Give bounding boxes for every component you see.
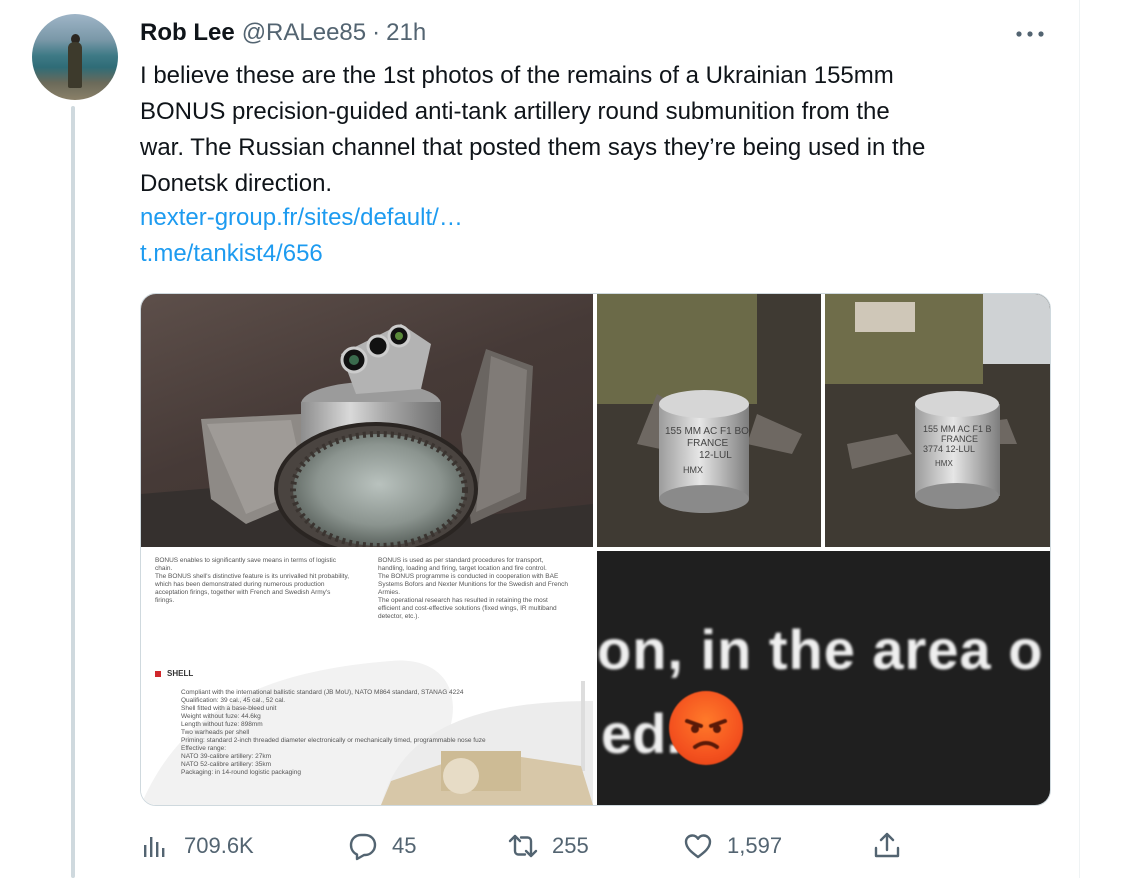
canister-marking: HMX (683, 465, 703, 475)
brochure-text: BONUS is used as per standard procedures… (378, 557, 544, 564)
shell-bullet: Two warheads per shell (181, 729, 250, 736)
tweet-text: I believe these are the 1st photos of th… (140, 58, 1050, 202)
link-nexter[interactable]: nexter-group.fr/sites/default/… (140, 200, 463, 236)
heart-icon (684, 834, 712, 859)
like-button[interactable]: 1,597 (683, 826, 782, 866)
shell-heading: SHELL (167, 669, 194, 678)
tweet-page: Rob Lee @RALee85 · 21h I believe these a… (0, 0, 1134, 878)
tweet-timestamp[interactable]: 21h (386, 19, 426, 47)
reply-count: 45 (392, 833, 417, 858)
share-icon (874, 832, 900, 858)
header-separator: · (372, 19, 381, 46)
timeline-border (1079, 0, 1080, 878)
like-count: 1,597 (727, 833, 783, 858)
brochure-text: handling, loading and firing, target loc… (378, 565, 547, 572)
brochure-text: efficient and cost-effective solutions (… (378, 605, 557, 612)
retweet-icon (508, 834, 538, 858)
canister-marking: 3774 12-LUL (923, 444, 975, 454)
views-count: 709.6K (184, 833, 254, 858)
shell-bullet: Packaging: in 14-round logistic packagin… (181, 769, 301, 776)
retweet-button[interactable]: 255 (508, 826, 589, 866)
brochure-text: firings. (155, 597, 175, 604)
tweet-text-line: Donetsk direction. (140, 170, 333, 197)
thread-connector-line (71, 106, 75, 878)
brochure-text: chain. (155, 565, 173, 572)
brochure-document: BONUS enables to significantly save mean… (141, 551, 593, 805)
shell-bullet: Effective range: (181, 745, 227, 752)
canister-marking: FRANCE (941, 434, 978, 444)
photo-brochure-page[interactable]: BONUS enables to significantly save mean… (141, 551, 593, 805)
media-grid: 155 MM AC F1 BO FRANCE 12-LUL HMX 155 MM… (140, 293, 1051, 806)
tweet-text-line: I believe these are the 1st photos of th… (140, 62, 894, 89)
author-handle[interactable]: @RALee85 (242, 19, 366, 47)
tweet-text-line: BONUS precision-guided anti-tank artille… (140, 98, 890, 125)
shell-bullet-list: Compliant with the international ballist… (181, 689, 486, 777)
reply-button[interactable]: 45 (348, 826, 416, 866)
views-button[interactable]: 709.6K (140, 826, 254, 866)
brochure-text: which has been demonstrated during numer… (155, 581, 325, 588)
retweet-count: 255 (552, 833, 589, 858)
link-telegram[interactable]: t.me/tankist4/656 (140, 236, 323, 272)
brochure-text: acceptation firings, together with Frenc… (155, 589, 331, 596)
photo-submunition-2-drawing: 155 MM AC F1 BO FRANCE 12-LUL HMX 155 MM… (597, 294, 1050, 547)
shell-bullet: Length without fuze: 898mm (181, 721, 263, 728)
tweet-header: Rob Lee @RALee85 · 21h (140, 18, 426, 48)
shell-marker-square (155, 671, 161, 677)
canister-marking: FRANCE (687, 438, 728, 449)
more-options-icon[interactable] (1012, 22, 1048, 46)
author-name[interactable]: Rob Lee (140, 19, 235, 47)
tweet-actions-bar: 709.6K 45 255 1,597 (140, 826, 1050, 866)
photo-submunition-1[interactable] (141, 294, 593, 547)
reply-icon (349, 833, 377, 861)
brochure-text: BONUS enables to significantly save mean… (155, 557, 336, 564)
analytics-icon (144, 837, 165, 857)
shell-bullet: Qualification: 39 cal., 45 cal., 52 cal. (181, 697, 286, 704)
photo-submunition-1-drawing (141, 324, 593, 547)
canister-marking: HMX (935, 459, 953, 468)
angry-face-emoji-icon (669, 691, 743, 765)
avatar-person (68, 42, 82, 88)
brochure-text: The BONUS shell's distinctive feature is… (155, 573, 350, 580)
canister-marking: 12-LUL (699, 450, 732, 461)
tweet-text-line: war. The Russian channel that posted the… (140, 134, 926, 161)
photo-caption-screenshot[interactable]: on, in the area o ed. (597, 551, 1050, 805)
avatar[interactable] (32, 14, 118, 100)
brochure-text: The BONUS programme is conducted in coop… (378, 573, 559, 580)
brochure-text: Armies. (378, 589, 401, 596)
brochure-text: detector, etc.). (378, 613, 420, 620)
shell-bullet: NATO 52-calibre artillery: 35km (181, 761, 272, 768)
canister-marking: 155 MM AC F1 B (923, 424, 992, 434)
caption-text-line1: on, in the area o (597, 618, 1044, 681)
photo-submunition-2[interactable]: 155 MM AC F1 BO FRANCE 12-LUL HMX 155 MM… (597, 294, 1050, 547)
shell-bullet: Shell fitted with a base-bleed unit (181, 705, 277, 712)
canister-marking: 155 MM AC F1 BO (665, 426, 749, 437)
share-button[interactable] (872, 826, 902, 866)
shell-bullet: Compliant with the international ballist… (181, 689, 464, 696)
shell-bullet: Weight without fuze: 44.6kg (181, 713, 261, 720)
shell-bullet: Priming: standard 2-inch threaded diamet… (181, 737, 486, 744)
shell-bullet: NATO 39-calibre artillery: 27km (181, 753, 272, 760)
brochure-text: The operational research has resulted in… (378, 597, 548, 604)
brochure-text: Systems Bofors and Nexter Munitions for … (378, 581, 569, 588)
